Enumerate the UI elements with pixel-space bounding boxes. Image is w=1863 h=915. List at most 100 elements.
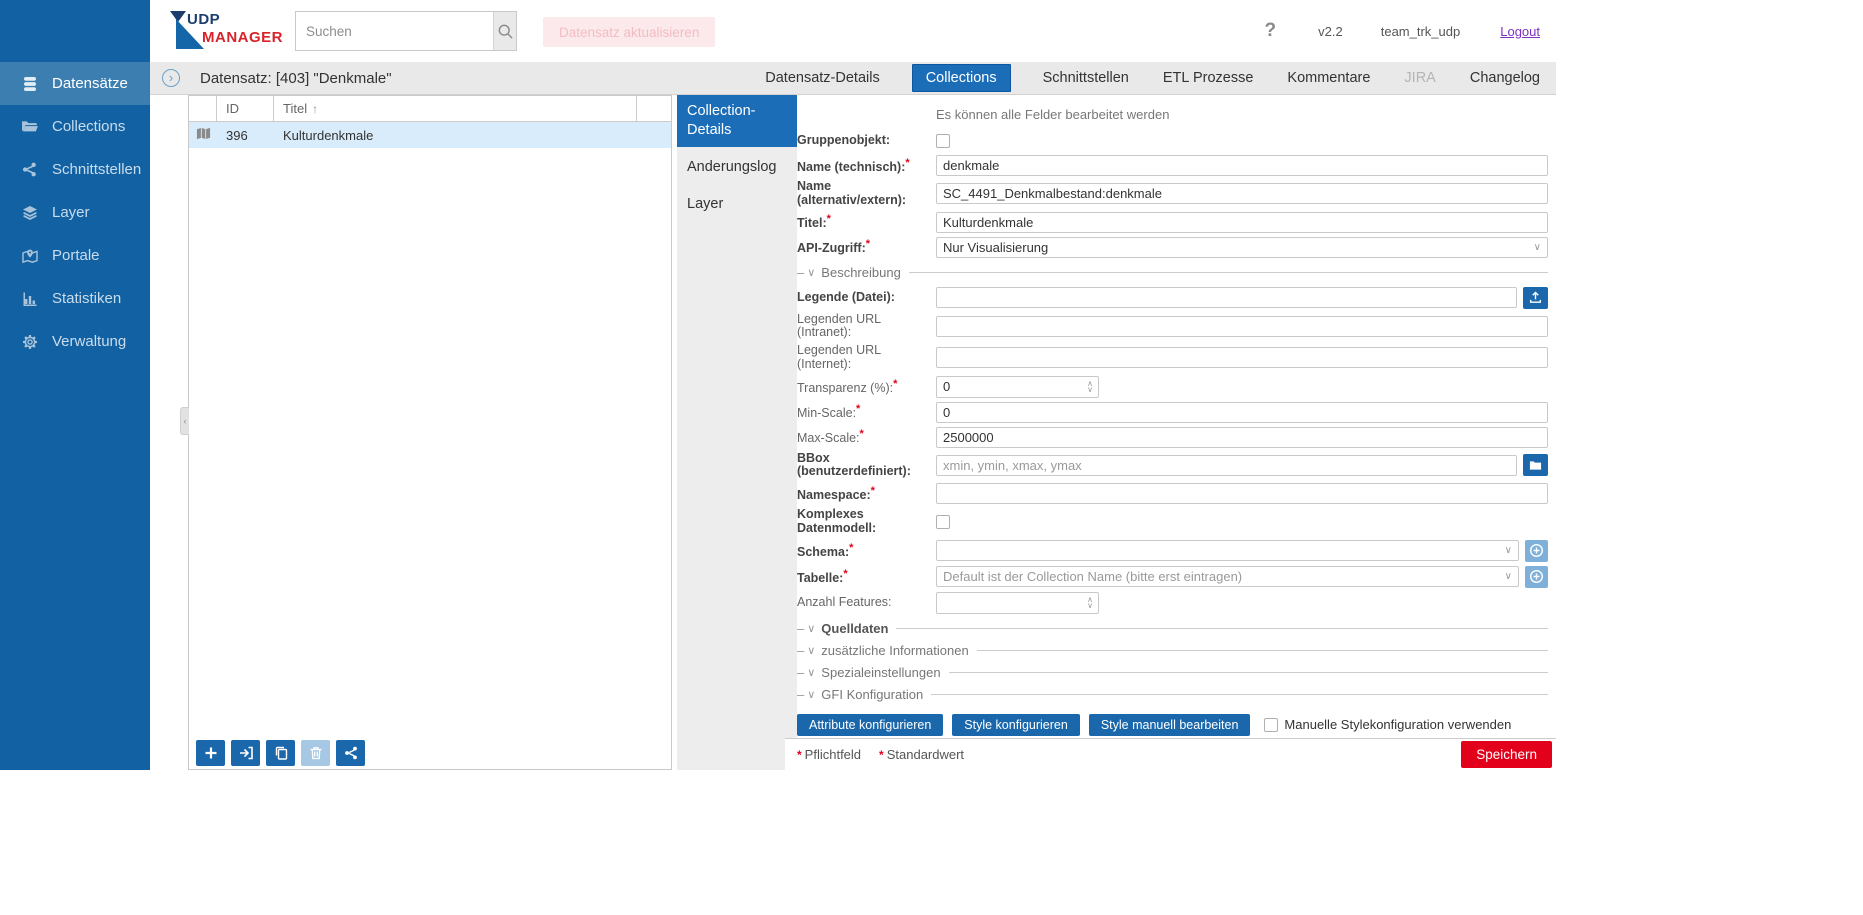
add-tabelle-button[interactable] (1525, 566, 1548, 588)
help-icon[interactable]: ? (1265, 20, 1277, 42)
api-zugriff-select[interactable]: Nur Visualisierung ∨ (936, 237, 1548, 258)
table-row[interactable]: 396 Kulturdenkmale (189, 122, 671, 148)
layers-icon (21, 204, 38, 221)
sidebar-item-statistiken[interactable]: Statistiken (0, 277, 150, 320)
sidebar-item-layer[interactable]: Layer (0, 191, 150, 234)
section-gfi-konfiguration[interactable]: – ∨ GFI Konfiguration (797, 687, 1548, 702)
default-marker: * (879, 748, 884, 762)
refresh-dataset-button[interactable]: Datensatz aktualisieren (543, 17, 715, 47)
delete-collection-button[interactable] (301, 740, 330, 766)
anzahl-features-stepper[interactable]: ∧∨ (936, 592, 1099, 614)
section-divider (909, 272, 1548, 273)
subnav-item-collection-details[interactable]: Collection-Details (677, 95, 797, 147)
sidebar-menu: Datensätze Collections Schnittstellen La… (0, 62, 150, 363)
search-input[interactable] (296, 12, 493, 50)
share-collection-button[interactable] (336, 740, 365, 766)
stepper-arrows-icon[interactable]: ∧∨ (1082, 381, 1098, 393)
required-marker: * (849, 542, 853, 554)
name-alternativ-input[interactable] (936, 183, 1548, 204)
collapse-dash-icon: – (797, 621, 804, 636)
field-label-legenden-url-intranet: Legenden URL (Intranet): (797, 313, 936, 341)
table-header: ID Titel↑ (189, 96, 671, 122)
field-label-min-scale: Min-Scale:* (797, 403, 936, 421)
table-header-id[interactable]: ID (217, 96, 274, 121)
configure-style-button[interactable]: Style konfigurieren (952, 714, 1080, 736)
logout-link[interactable]: Logout (1500, 24, 1540, 39)
upload-legend-button[interactable] (1523, 287, 1548, 309)
required-marker: * (797, 748, 802, 762)
chevron-down-icon: ∨ (807, 688, 815, 701)
legenden-url-internet-input[interactable] (936, 347, 1548, 368)
subnav-item-layer[interactable]: Layer (677, 188, 797, 221)
sidebar-item-portale[interactable]: Portale (0, 234, 150, 277)
record-tabs: Datensatz-Details Collections Schnittste… (733, 64, 1542, 92)
search-icon (497, 23, 514, 40)
copy-collection-button[interactable] (266, 740, 295, 766)
app-window: Datensätze Collections Schnittstellen La… (0, 0, 1556, 770)
manual-style-checkbox-label: Manuelle Stylekonfiguration verwenden (1284, 717, 1511, 732)
tab-kommentare[interactable]: Kommentare (1285, 65, 1372, 91)
gruppenobjekt-checkbox[interactable] (936, 134, 950, 148)
map-marker-icon (21, 247, 38, 264)
komplexes-datenmodell-checkbox[interactable] (936, 515, 950, 529)
section-beschreibung[interactable]: – ∨ Beschreibung (797, 265, 1548, 280)
manual-style-checkbox[interactable] (1264, 718, 1278, 732)
bar-chart-icon (21, 290, 38, 307)
field-label-name-alternativ: Name (alternativ/extern): (797, 180, 936, 208)
min-scale-input[interactable] (936, 402, 1548, 423)
tab-changelog[interactable]: Changelog (1468, 65, 1542, 91)
collection-details-form: Es können alle Felder bearbeitet werden … (797, 95, 1556, 738)
folder-icon (1529, 459, 1542, 472)
save-button[interactable]: Speichern (1461, 741, 1552, 768)
map-icon (196, 126, 211, 144)
subnav-item-anderungslog[interactable]: Anderungslog (677, 151, 797, 184)
expand-record-icon[interactable]: › (162, 69, 180, 87)
tabelle-select[interactable]: Default ist der Collection Name (bitte e… (936, 566, 1519, 587)
bbox-input[interactable] (936, 455, 1517, 476)
add-schema-button[interactable] (1525, 540, 1548, 562)
tab-datensatz-details[interactable]: Datensatz-Details (763, 65, 881, 91)
field-label-max-scale: Max-Scale:* (797, 428, 936, 446)
legende-datei-input[interactable] (936, 287, 1517, 308)
field-label-bbox: BBox (benutzerdefiniert): (797, 452, 936, 480)
section-quelldaten[interactable]: – ∨ Quelldaten (797, 621, 1548, 636)
sidebar-item-schnittstellen[interactable]: Schnittstellen (0, 148, 150, 191)
schema-select[interactable]: ∨ (936, 540, 1519, 561)
circle-plus-icon (1529, 543, 1544, 558)
sidebar-item-collections[interactable]: Collections (0, 105, 150, 148)
required-marker: * (843, 568, 847, 580)
section-spezialeinstellungen[interactable]: – ∨ Spezialeinstellungen (797, 665, 1548, 680)
transparenz-stepper[interactable]: ∧∨ (936, 376, 1099, 398)
legenden-url-intranet-input[interactable] (936, 316, 1548, 337)
sidebar-item-datensaetze[interactable]: Datensätze (0, 62, 150, 105)
plus-icon (204, 746, 218, 760)
search-icon-button[interactable] (493, 12, 516, 50)
collapse-dash-icon: – (797, 687, 804, 702)
row-id-cell: 396 (217, 122, 274, 148)
tab-schnittstellen[interactable]: Schnittstellen (1041, 65, 1131, 91)
configure-attributes-button[interactable]: Attribute konfigurieren (797, 714, 943, 736)
required-marker: * (905, 157, 909, 169)
panel-collapse-handle[interactable]: ‹ (180, 407, 189, 435)
sidebar-item-label: Portale (52, 247, 100, 264)
sidebar-item-verwaltung[interactable]: Verwaltung (0, 320, 150, 363)
import-collection-button[interactable] (231, 740, 260, 766)
add-collection-button[interactable] (196, 740, 225, 766)
field-label-tabelle: Tabelle:* (797, 568, 936, 586)
field-label-komplexes-datenmodell: Komplexes Datenmodell: (797, 508, 936, 536)
form-footer: *Pflichtfeld *Standardwert Speichern (785, 738, 1556, 770)
anzahl-features-input[interactable] (937, 595, 1082, 610)
stepper-arrows-icon[interactable]: ∧∨ (1082, 597, 1098, 609)
table-header-titel[interactable]: Titel↑ (274, 96, 636, 121)
max-scale-input[interactable] (936, 427, 1548, 448)
tab-collections[interactable]: Collections (912, 64, 1011, 92)
bbox-picker-button[interactable] (1523, 454, 1548, 476)
titel-input[interactable] (936, 212, 1548, 233)
name-technisch-input[interactable] (936, 155, 1548, 176)
tab-etl-prozesse[interactable]: ETL Prozesse (1161, 65, 1256, 91)
edit-style-manually-button[interactable]: Style manuell bearbeiten (1089, 714, 1251, 736)
namespace-input[interactable] (936, 483, 1548, 504)
section-zusaetzliche-informationen[interactable]: – ∨ zusätzliche Informationen (797, 643, 1548, 658)
transparenz-input[interactable] (937, 379, 1082, 394)
record-headerbar: › Datensatz: [403] "Denkmale" Datensatz-… (150, 62, 1556, 95)
